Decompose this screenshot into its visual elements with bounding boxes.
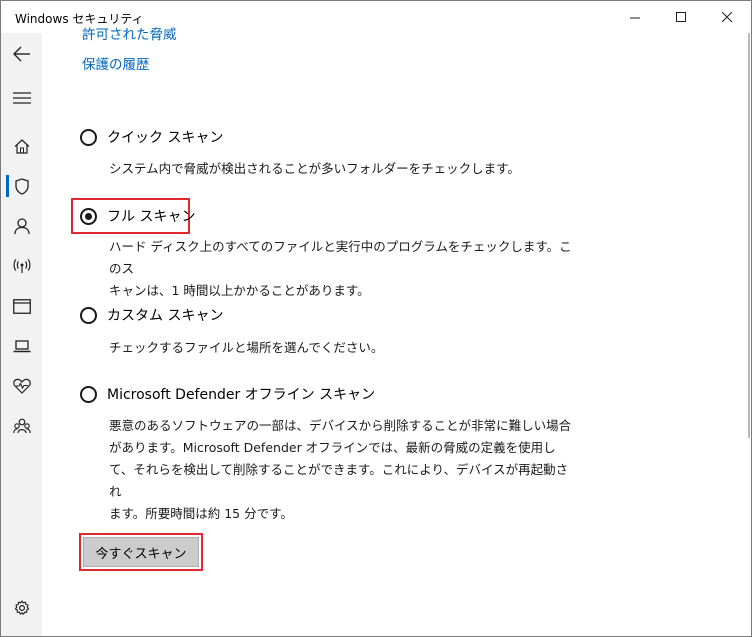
scan-now-button[interactable]: 今すぐスキャン: [83, 537, 199, 567]
defender-offline-scan-option[interactable]: Microsoft Defender オフライン スキャン: [80, 384, 375, 404]
family-icon: [12, 418, 31, 434]
defender-offline-description-line: があります。Microsoft Defender オフラインでは、最新の脅威の定…: [109, 440, 556, 455]
custom-scan-label: カスタム スキャン: [107, 308, 224, 324]
menu-button[interactable]: [1, 80, 42, 116]
app-browser-icon: [12, 298, 31, 314]
minimize-button[interactable]: [612, 1, 658, 33]
defender-offline-scan-label: Microsoft Defender オフライン スキャン: [107, 387, 376, 403]
heart-health-icon: [12, 378, 31, 394]
close-icon: [721, 11, 732, 22]
defender-offline-scan-radio[interactable]: [80, 385, 97, 403]
protection-history-link[interactable]: 保護の履歴: [82, 53, 150, 73]
custom-scan-radio[interactable]: [80, 306, 97, 324]
back-arrow-icon: [12, 46, 30, 62]
hamburger-menu-icon: [12, 92, 31, 104]
minimize-icon: [629, 17, 640, 18]
laptop-icon: [13, 339, 30, 352]
quick-scan-label: クイック スキャン: [107, 130, 224, 146]
settings-gear-icon: [14, 600, 29, 615]
scrollbar-thumb[interactable]: [748, 33, 750, 438]
full-scan-option[interactable]: フル スキャン: [80, 206, 195, 226]
nav-home[interactable]: [1, 128, 42, 164]
nav-settings[interactable]: [1, 590, 42, 626]
windows-security-window: Windows セキュリティ 許可された脅威 保護の履歴 クイック スキャン シ…: [0, 0, 752, 637]
defender-offline-scan-description: 悪意のあるソフトウェアの一部は、デバイスから削除することが非常に難しい場合 があ…: [109, 415, 579, 525]
quick-scan-option[interactable]: クイック スキャン: [80, 127, 223, 147]
nav-account-protection[interactable]: [1, 208, 42, 244]
shield-icon: [14, 177, 29, 195]
nav-virus-protection[interactable]: [1, 168, 42, 204]
close-button[interactable]: [704, 1, 750, 33]
custom-scan-description: チェックするファイルと場所を選んでください。: [109, 340, 384, 355]
person-icon: [13, 217, 30, 234]
nav-family-options[interactable]: [1, 408, 42, 444]
full-scan-label: フル スキャン: [107, 209, 196, 225]
home-icon: [14, 138, 29, 154]
nav-device-security[interactable]: [1, 328, 42, 364]
quick-scan-radio[interactable]: [80, 128, 97, 146]
vertical-scrollbar[interactable]: [747, 33, 751, 636]
nav-firewall-network[interactable]: [1, 248, 42, 284]
nav-device-health[interactable]: [1, 368, 42, 404]
allowed-threats-link[interactable]: 許可された脅威: [82, 23, 177, 43]
maximize-icon: [675, 11, 686, 22]
full-scan-radio[interactable]: [80, 207, 97, 225]
defender-offline-description-line: て、それらを検出して削除することができます。これにより、デバイスが再起動され: [109, 462, 569, 499]
full-scan-description: ハード ディスク上のすべてのファイルと実行中のプログラムをチェックします。このス…: [109, 236, 579, 302]
back-button[interactable]: [1, 36, 42, 72]
quick-scan-description: システム内で脅威が検出されることが多いフォルダーをチェックします。: [109, 161, 520, 176]
defender-offline-description-line: 悪意のあるソフトウェアの一部は、デバイスから削除することが非常に難しい場合: [109, 418, 572, 433]
defender-offline-description-line: ます。所要時間は約 15 分です。: [109, 506, 293, 521]
full-scan-description-line: ハード ディスク上のすべてのファイルと実行中のプログラムをチェックします。このス: [109, 239, 572, 276]
maximize-button[interactable]: [658, 1, 704, 33]
scan-options-page: 許可された脅威 保護の履歴 クイック スキャン システム内で脅威が検出されること…: [42, 27, 750, 636]
nav-app-browser-control[interactable]: [1, 288, 42, 324]
navigation-rail: [1, 33, 42, 636]
full-scan-description-line: キャンは、1 時間以上かかることがあります。: [109, 283, 370, 298]
custom-scan-option[interactable]: カスタム スキャン: [80, 305, 223, 325]
wireless-icon: [13, 259, 30, 273]
